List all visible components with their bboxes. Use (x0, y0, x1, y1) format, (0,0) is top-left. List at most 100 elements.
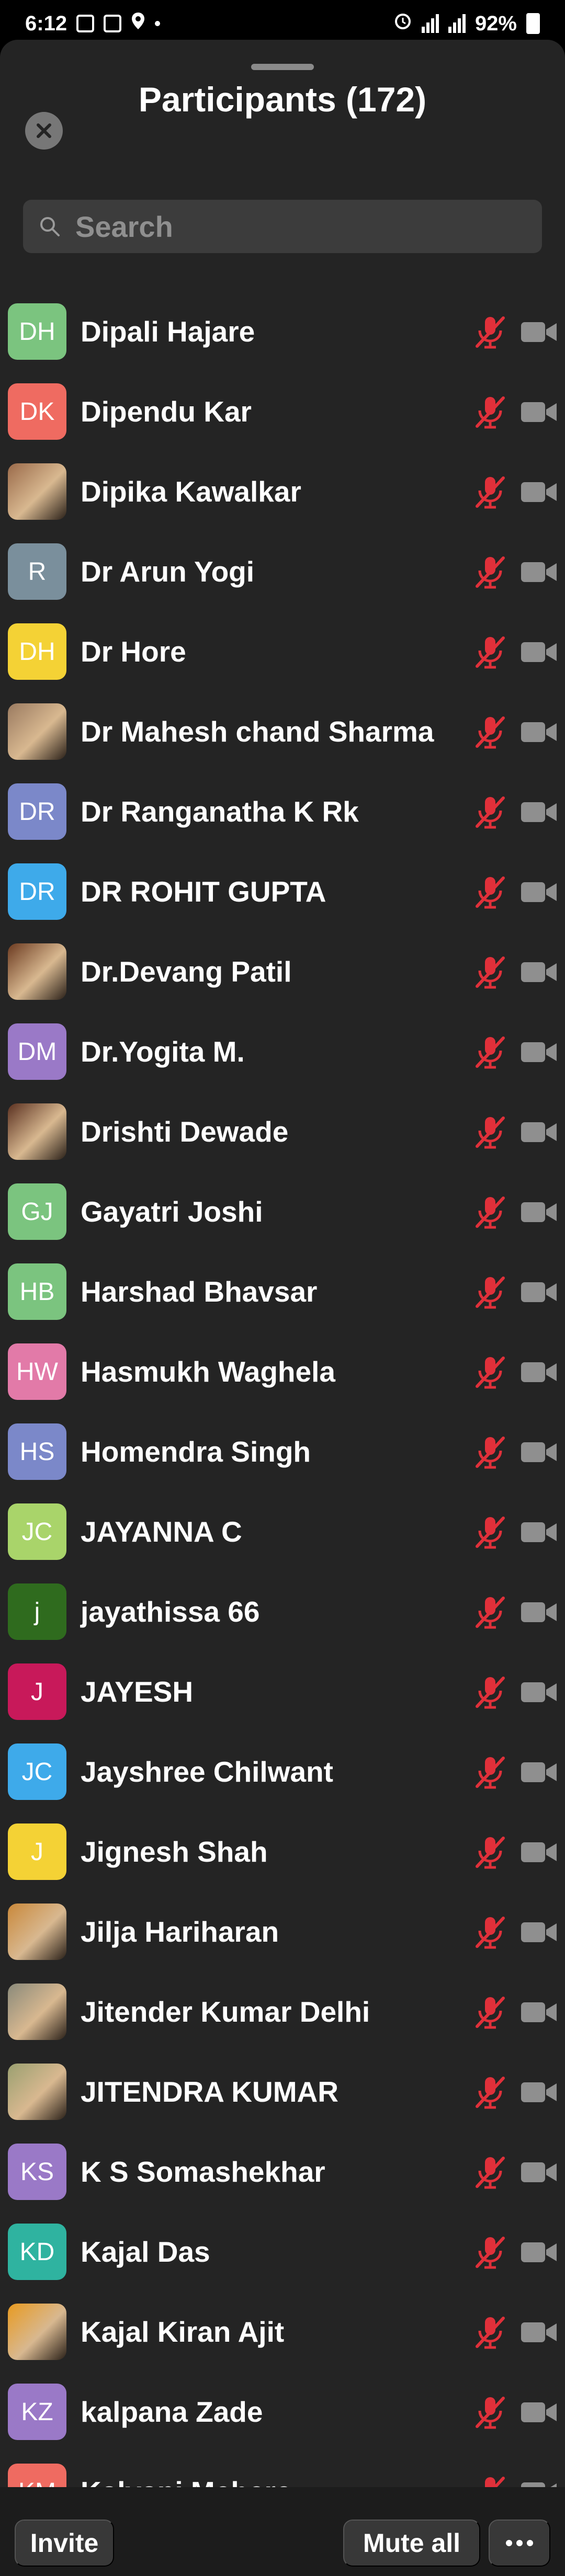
muted-mic-icon[interactable] (472, 554, 508, 590)
muted-mic-icon[interactable] (472, 314, 508, 350)
muted-mic-icon[interactable] (472, 1514, 508, 1551)
avatar: DK (8, 383, 66, 440)
participant-row[interactable]: HS Homendra Singh (0, 1412, 565, 1492)
muted-mic-icon[interactable] (472, 1274, 508, 1310)
participant-name: Dr Mahesh chand Sharma (81, 715, 434, 748)
muted-mic-icon[interactable] (472, 794, 508, 830)
avatar: J (8, 1823, 66, 1880)
camera-off-icon[interactable] (520, 1998, 558, 2026)
camera-off-icon[interactable] (520, 1918, 558, 1946)
muted-mic-icon[interactable] (472, 2074, 508, 2111)
camera-off-icon[interactable] (520, 1038, 558, 1066)
avatar-photo (8, 1103, 66, 1160)
location-icon (131, 12, 145, 36)
camera-off-icon[interactable] (520, 1598, 558, 1626)
camera-off-icon[interactable] (520, 718, 558, 746)
participants-sheet: Participants (172) DH Dipali Hajare DK Dipe… (0, 40, 565, 2576)
camera-off-icon[interactable] (520, 1758, 558, 1786)
camera-off-icon[interactable] (520, 1198, 558, 1226)
muted-mic-icon[interactable] (472, 1434, 508, 1471)
muted-mic-icon[interactable] (472, 874, 508, 910)
participant-row[interactable]: DH Dr Hore (0, 612, 565, 692)
participant-row[interactable]: JITENDRA KUMAR (0, 2052, 565, 2132)
participant-row[interactable]: J Jignesh Shah (0, 1812, 565, 1892)
camera-off-icon[interactable] (520, 1438, 558, 1466)
participant-row[interactable]: Dr Mahesh chand Sharma (0, 692, 565, 772)
camera-off-icon[interactable] (520, 318, 558, 346)
muted-mic-icon[interactable] (472, 474, 508, 510)
participant-row[interactable]: DH Dipali Hajare (0, 292, 565, 372)
muted-mic-icon[interactable] (472, 1594, 508, 1631)
camera-off-icon[interactable] (520, 398, 558, 426)
drag-handle[interactable] (251, 64, 314, 70)
camera-off-icon[interactable] (520, 2398, 558, 2426)
participant-row[interactable]: HB Harshad Bhavsar (0, 1252, 565, 1332)
muted-mic-icon[interactable] (472, 1354, 508, 1390)
muted-mic-icon[interactable] (472, 2394, 508, 2431)
camera-off-icon[interactable] (520, 958, 558, 986)
muted-mic-icon[interactable] (472, 2234, 508, 2271)
camera-off-icon[interactable] (520, 878, 558, 906)
camera-off-icon[interactable] (520, 558, 558, 586)
muted-mic-icon[interactable] (472, 1194, 508, 1230)
participant-row[interactable]: GJ Gayatri Joshi (0, 1172, 565, 1252)
muted-mic-icon[interactable] (472, 1754, 508, 1791)
participant-row[interactable]: JC Jayshree Chilwant (0, 1732, 565, 1812)
more-options-button[interactable] (489, 2520, 550, 2567)
muted-mic-icon[interactable] (472, 2154, 508, 2191)
participant-row[interactable]: DR Dr Ranganatha K Rk (0, 772, 565, 852)
participant-name: Jitender Kumar Delhi (81, 1996, 370, 2028)
participant-row[interactable]: Jitender Kumar Delhi (0, 1972, 565, 2052)
camera-off-icon[interactable] (520, 2158, 558, 2186)
muted-mic-icon[interactable] (472, 1034, 508, 1070)
camera-off-icon[interactable] (520, 2238, 558, 2266)
muted-mic-icon[interactable] (472, 714, 508, 750)
participant-row[interactable]: KZ kalpana Zade (0, 2372, 565, 2452)
avatar: DR (8, 783, 66, 840)
camera-off-icon[interactable] (520, 1838, 558, 1866)
participant-row[interactable]: DK Dipendu Kar (0, 372, 565, 452)
participant-row[interactable]: R Dr Arun Yogi (0, 532, 565, 612)
search-input[interactable] (74, 209, 521, 244)
muted-mic-icon[interactable] (472, 1994, 508, 2031)
camera-off-icon[interactable] (520, 1278, 558, 1306)
participant-row[interactable]: Dipika Kawalkar (0, 452, 565, 532)
camera-off-icon[interactable] (520, 2318, 558, 2346)
avatar-photo (8, 463, 66, 520)
participant-row[interactable]: Kajal Kiran Ajit (0, 2292, 565, 2372)
muted-mic-icon[interactable] (472, 1834, 508, 1871)
camera-off-icon[interactable] (520, 638, 558, 666)
participant-name: JITENDRA KUMAR (81, 2076, 338, 2108)
camera-off-icon[interactable] (520, 1358, 558, 1386)
muted-mic-icon[interactable] (472, 1114, 508, 1150)
camera-off-icon[interactable] (520, 798, 558, 826)
participant-row[interactable]: DM Dr.Yogita M. (0, 1012, 565, 1092)
muted-mic-icon[interactable] (472, 394, 508, 430)
notification-u-icon (104, 15, 122, 32)
participant-name: Harshad Bhavsar (81, 1275, 318, 1308)
participant-row[interactable]: HW Hasmukh Waghela (0, 1332, 565, 1412)
participant-row[interactable]: j jayathissa 66 (0, 1572, 565, 1652)
participant-row[interactable]: KD Kajal Das (0, 2212, 565, 2292)
participant-row[interactable]: JC JAYANNA C (0, 1492, 565, 1572)
camera-off-icon[interactable] (520, 478, 558, 506)
participant-row[interactable]: Jilja Hariharan (0, 1892, 565, 1972)
camera-off-icon[interactable] (520, 1678, 558, 1706)
participant-row[interactable]: Dr.Devang Patil (0, 932, 565, 1012)
muted-mic-icon[interactable] (472, 954, 508, 990)
mute-all-button[interactable]: Mute all (343, 2520, 480, 2567)
muted-mic-icon[interactable] (472, 1674, 508, 1711)
camera-off-icon[interactable] (520, 1518, 558, 1546)
participant-row[interactable]: Drishti Dewade (0, 1092, 565, 1172)
muted-mic-icon[interactable] (472, 2314, 508, 2351)
search-bar[interactable] (23, 200, 542, 253)
muted-mic-icon[interactable] (472, 634, 508, 670)
participant-row[interactable]: KS K S Somashekhar (0, 2132, 565, 2212)
participant-name: Dipali Hajare (81, 315, 255, 348)
participant-row[interactable]: J JAYESH (0, 1652, 565, 1732)
muted-mic-icon[interactable] (472, 1914, 508, 1951)
invite-button[interactable]: Invite (15, 2520, 114, 2567)
camera-off-icon[interactable] (520, 1118, 558, 1146)
camera-off-icon[interactable] (520, 2078, 558, 2106)
participant-row[interactable]: DR DR ROHIT GUPTA (0, 852, 565, 932)
